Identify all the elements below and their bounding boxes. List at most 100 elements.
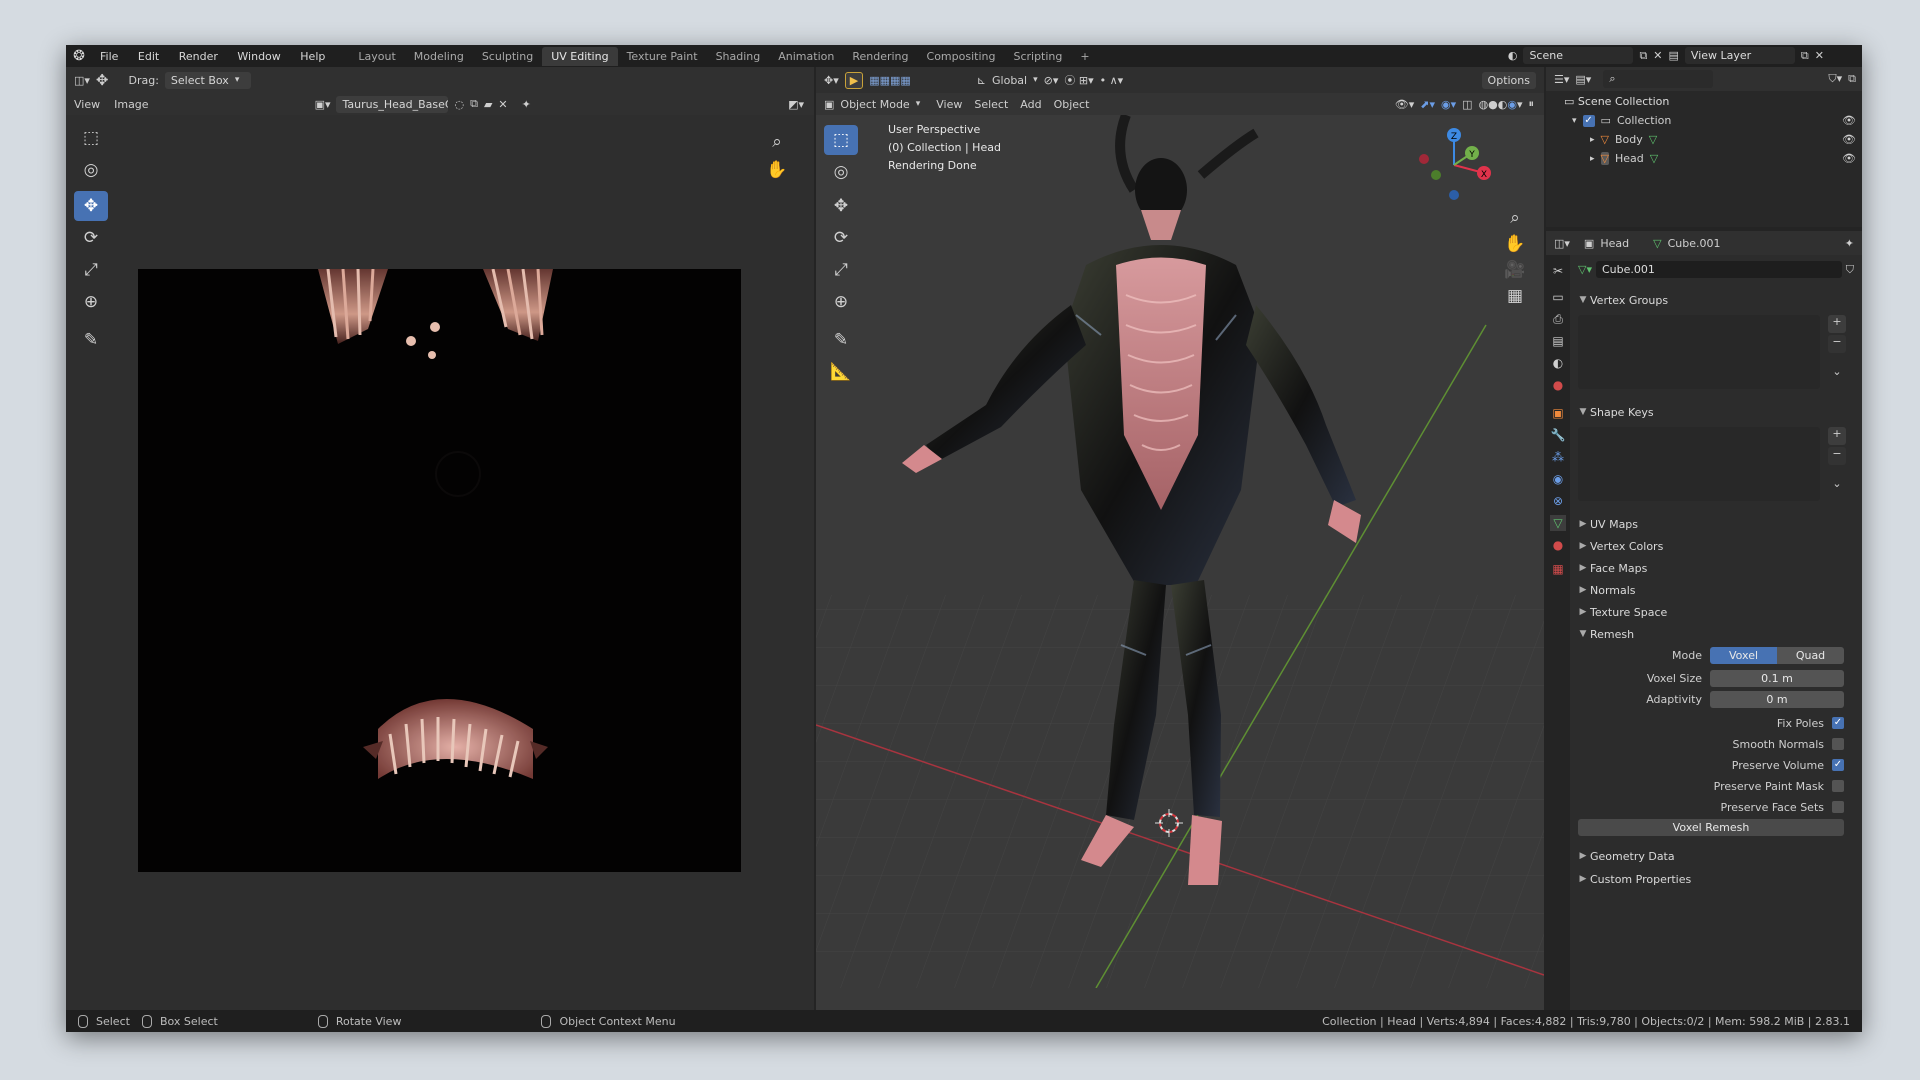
panel-vertex-colors-header[interactable]: ▶ Vertex Colors — [1570, 535, 1862, 557]
move-tool-icon[interactable]: ✥ — [96, 71, 109, 89]
tab-animation[interactable]: Animation — [769, 47, 843, 66]
scale-tool[interactable]: ⤢ — [824, 255, 858, 285]
panel-geometry-data-header[interactable]: ▶ Geometry Data — [1570, 845, 1862, 867]
scene-tab-icon[interactable]: ◐ — [1550, 355, 1566, 371]
specials-icon[interactable]: ⌄ — [1828, 365, 1846, 378]
transform-tool[interactable]: ⊕ — [824, 287, 858, 317]
tab-texture-paint[interactable]: Texture Paint — [618, 47, 707, 66]
tab-sculpting[interactable]: Sculpting — [473, 47, 542, 66]
menu-edit[interactable]: Edit — [130, 50, 167, 63]
filter-icon[interactable]: ⛉▾ — [1828, 72, 1842, 86]
menu-view[interactable]: View — [74, 98, 100, 111]
panel-shape-keys-header[interactable]: ▼ Shape Keys — [1570, 401, 1862, 423]
constraints-tab-icon[interactable]: ⊗ — [1550, 493, 1566, 509]
preserve-paint-mask-row[interactable]: Preserve Paint Mask — [1570, 776, 1844, 796]
scene-icon[interactable]: ◐ — [1508, 49, 1518, 62]
scene-field[interactable]: Scene — [1523, 47, 1634, 64]
material-tab-icon[interactable]: ● — [1550, 537, 1566, 553]
pause-render-icon[interactable]: ⏸ — [1529, 97, 1535, 111]
duplicate-icon[interactable]: ⧉ — [470, 97, 478, 111]
folder-icon[interactable]: ▰ — [484, 98, 492, 111]
new-collection-icon[interactable]: ⧉ — [1848, 72, 1856, 86]
pan-hand-icon[interactable]: ✋ — [766, 155, 788, 185]
editor-type-icon[interactable]: ◫▾ — [74, 74, 90, 87]
expand-icon[interactable]: ▸ — [1590, 135, 1595, 145]
add-vertex-group-button[interactable]: + — [1828, 315, 1846, 333]
visibility-icon[interactable]: 👁▾ — [1395, 98, 1415, 111]
mesh-name-field[interactable]: Cube.001 — [1595, 261, 1842, 278]
add-workspace-button[interactable]: + — [1071, 47, 1098, 66]
blender-logo-icon[interactable]: ❂ — [66, 48, 92, 64]
new-view-layer-icon[interactable]: ⧉ — [1801, 49, 1809, 63]
grid-view-icon[interactable]: ▦ — [1504, 281, 1526, 311]
cursor-tool[interactable]: ◎ — [74, 155, 108, 185]
tab-scripting[interactable]: Scripting — [1004, 47, 1071, 66]
exclude-checkbox[interactable]: ✓ — [1582, 114, 1595, 127]
cursor-tool[interactable]: ◎ — [824, 157, 858, 187]
pin-icon[interactable]: ✦ — [522, 98, 531, 111]
voxel-remesh-button[interactable]: Voxel Remesh — [1578, 819, 1844, 836]
outliner-row-collection[interactable]: ▾ ✓ ▭ Collection 👁 — [1572, 114, 1856, 127]
remove-shape-key-button[interactable]: − — [1828, 447, 1846, 465]
rotate-tool[interactable]: ⟳ — [824, 223, 858, 253]
image-browse-icon[interactable]: ▣▾ — [315, 98, 331, 111]
menu-render[interactable]: Render — [171, 50, 226, 63]
preserve-face-sets-row[interactable]: Preserve Face Sets — [1570, 797, 1844, 817]
navigation-gizmo[interactable]: Z X Y — [1416, 125, 1492, 201]
eye-icon[interactable]: 👁 — [1842, 152, 1856, 165]
transform-tool[interactable]: ⊕ — [74, 287, 108, 317]
mode-dropdown[interactable]: Object Mode — [840, 98, 909, 111]
view-layer-tab-icon[interactable]: ▤ — [1550, 333, 1566, 349]
tab-layout[interactable]: Layout — [349, 47, 404, 66]
object-tab-icon[interactable]: ▣ — [1550, 405, 1566, 421]
display-mode-icon[interactable]: ▤▾ — [1575, 73, 1591, 86]
shading-modes-icon[interactable]: ◍●◐◉▾ — [1479, 98, 1523, 111]
display-channels-icon[interactable]: ◩▾ — [788, 98, 804, 111]
move-tool[interactable]: ✥ — [74, 191, 108, 221]
xray-icon[interactable]: ◫ — [1462, 98, 1472, 111]
tab-modeling[interactable]: Modeling — [405, 47, 473, 66]
particles-tab-icon[interactable]: ⁂ — [1550, 449, 1566, 465]
expand-icon[interactable]: ▾ — [1572, 116, 1577, 126]
preserve-face-sets-checkbox[interactable] — [1832, 801, 1844, 813]
scale-tool[interactable]: ⤢ — [74, 255, 108, 285]
select-tool-icon[interactable]: ▶ — [844, 71, 864, 89]
panel-custom-properties-header[interactable]: ▶ Custom Properties — [1570, 868, 1862, 890]
menu-file[interactable]: File — [92, 50, 126, 63]
select-box-tool[interactable]: ⬚ — [74, 123, 108, 153]
options-dropdown[interactable]: Options — [1481, 71, 1536, 89]
menu-select[interactable]: Select — [974, 98, 1008, 111]
expand-icon[interactable]: ▸ — [1590, 154, 1595, 164]
mesh-browse-icon[interactable]: ▽▾ — [1578, 263, 1592, 276]
move-tool[interactable]: ✥ — [824, 191, 858, 221]
add-shape-key-button[interactable]: + — [1828, 427, 1846, 445]
tool-tab-icon[interactable]: ✂ — [1550, 263, 1566, 279]
annotate-tool[interactable]: ✎ — [824, 325, 858, 355]
proportional-edit-icon[interactable]: • ∧▾ — [1100, 74, 1124, 87]
menu-object[interactable]: Object — [1054, 98, 1090, 111]
new-scene-icon[interactable]: ⧉ — [1639, 49, 1647, 63]
fake-user-icon[interactable]: ⛉ — [1846, 263, 1854, 277]
image-name-field[interactable]: Taurus_Head_BaseC... — [336, 95, 449, 113]
menu-view[interactable]: View — [936, 98, 962, 111]
modifier-tab-icon[interactable]: 🔧 — [1550, 427, 1566, 443]
mode-quad-button[interactable]: Quad — [1777, 647, 1844, 664]
pivot-icon[interactable]: ⊘▾ — [1044, 74, 1059, 87]
pin-icon[interactable]: ✦ — [1845, 237, 1854, 250]
specials-icon[interactable]: ⌄ — [1828, 477, 1846, 490]
preserve-volume-row[interactable]: Preserve Volume ✓ — [1570, 755, 1844, 775]
menu-image[interactable]: Image — [114, 98, 148, 111]
fix-poles-checkbox[interactable]: ✓ — [1832, 717, 1844, 729]
menu-add[interactable]: Add — [1020, 98, 1041, 111]
view-layer-icon[interactable]: ▤ — [1669, 49, 1679, 62]
panel-texture-space-header[interactable]: ▶ Texture Space — [1570, 601, 1862, 623]
measure-tool[interactable]: 📐 — [824, 357, 858, 387]
delete-view-layer-icon[interactable]: ✕ — [1815, 49, 1824, 62]
fix-poles-row[interactable]: Fix Poles ✓ — [1570, 713, 1844, 733]
gizmo-toggle-icon[interactable]: ⬈▾ — [1420, 98, 1435, 111]
editor-type-icon[interactable]: ◫▾ — [1554, 237, 1570, 250]
editor-type-icon[interactable]: ✥▾ — [824, 74, 839, 87]
render-tab-icon[interactable]: ▭ — [1550, 289, 1566, 305]
smooth-normals-checkbox[interactable] — [1832, 738, 1844, 750]
view-layer-field[interactable]: View Layer — [1684, 47, 1795, 64]
